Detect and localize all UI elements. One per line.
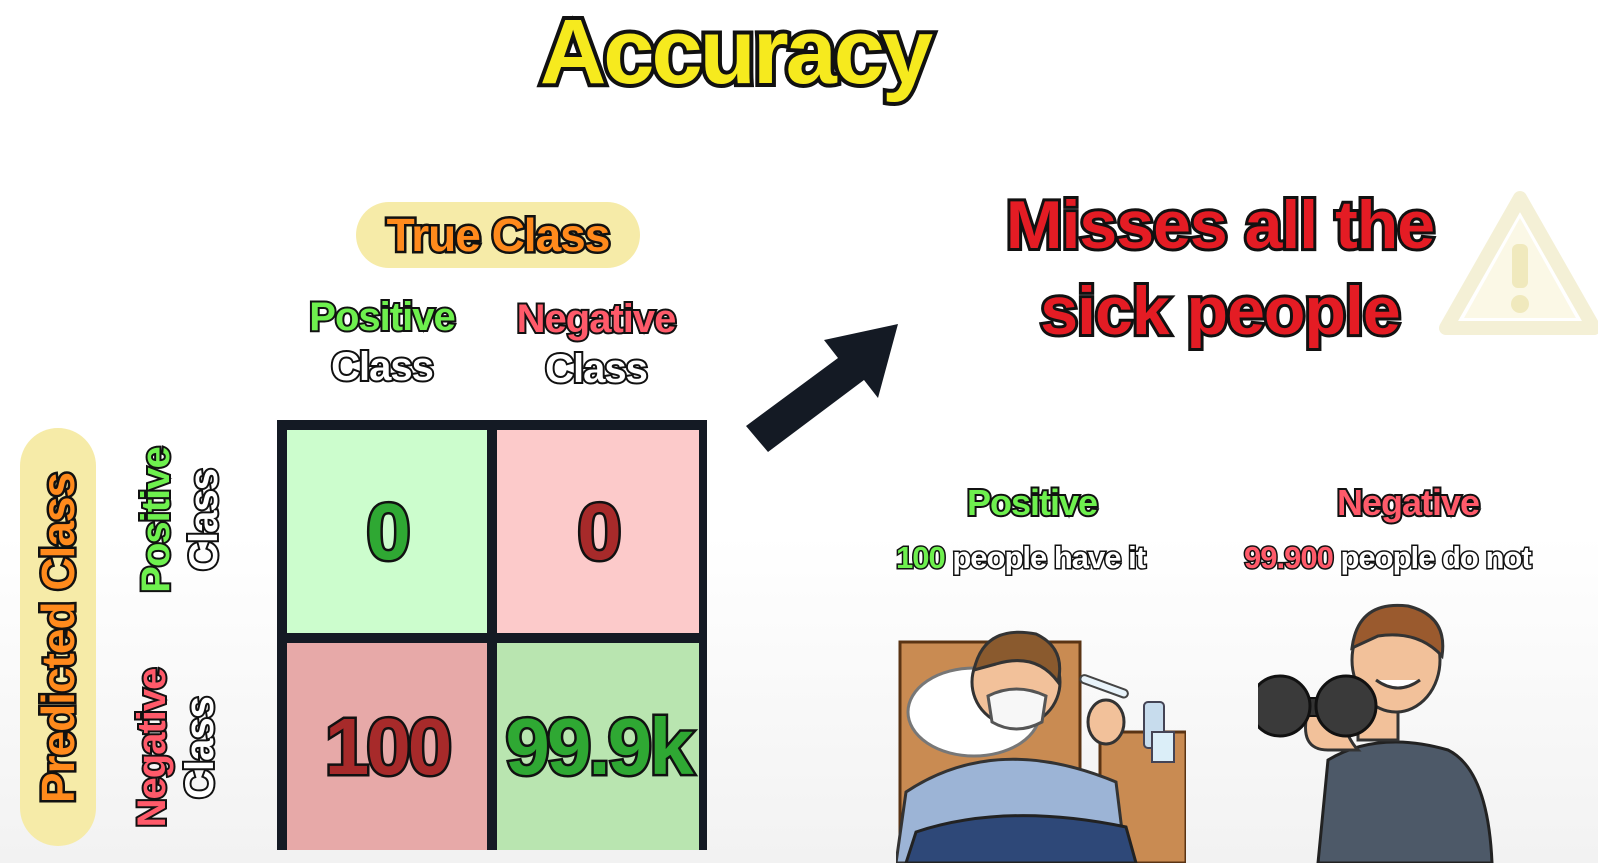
stat-positive-count: 100	[895, 539, 948, 577]
stat-negative-text: people do not	[1339, 539, 1533, 577]
column-positive-word: Positive	[307, 293, 457, 341]
cell-false-positive: 0	[497, 430, 699, 633]
row-label-negative: Negative Class	[128, 667, 224, 830]
headline-line-2: sick people	[1037, 270, 1403, 352]
arrow-up-right-icon	[746, 324, 898, 452]
row-negative-class: Class	[176, 695, 224, 801]
row-negative-word: Negative	[128, 667, 176, 830]
healthy-person-illustration	[1258, 603, 1494, 863]
column-negative-class: Class	[543, 345, 650, 393]
warning-icon	[1439, 191, 1598, 335]
stat-negative-line: 99.900 people do not	[1243, 539, 1534, 577]
stat-negative-count: 99.900	[1243, 539, 1336, 577]
column-negative-word: Negative	[515, 295, 679, 343]
stat-negative-heading: Negative	[1335, 480, 1482, 525]
column-label-negative: Negative Class	[486, 294, 706, 394]
stat-positive-line: 100 people have it	[895, 539, 1148, 577]
row-label-positive: Positive Class	[132, 445, 228, 594]
row-positive-class: Class	[180, 467, 228, 573]
cell-false-negative: 100	[287, 643, 487, 850]
stat-positive-text: people have it	[951, 539, 1148, 577]
headline: Misses all the sick people	[960, 182, 1480, 354]
page-title: Accuracy	[536, 0, 937, 107]
cell-true-positive: 0	[287, 430, 487, 633]
true-class-label: True Class	[384, 207, 613, 264]
column-positive-class: Class	[329, 343, 436, 391]
confusion-matrix: 0 0 100 99.9k	[277, 420, 707, 850]
row-positive-word: Positive	[132, 445, 180, 594]
sick-person-illustration	[896, 630, 1186, 863]
column-label-positive: Positive Class	[272, 292, 492, 392]
headline-line-1: Misses all the	[1003, 184, 1438, 266]
stat-positive-heading: Positive	[965, 480, 1100, 525]
predicted-class-label: Predicted Class	[30, 470, 87, 805]
cell-true-negative: 99.9k	[497, 643, 699, 850]
